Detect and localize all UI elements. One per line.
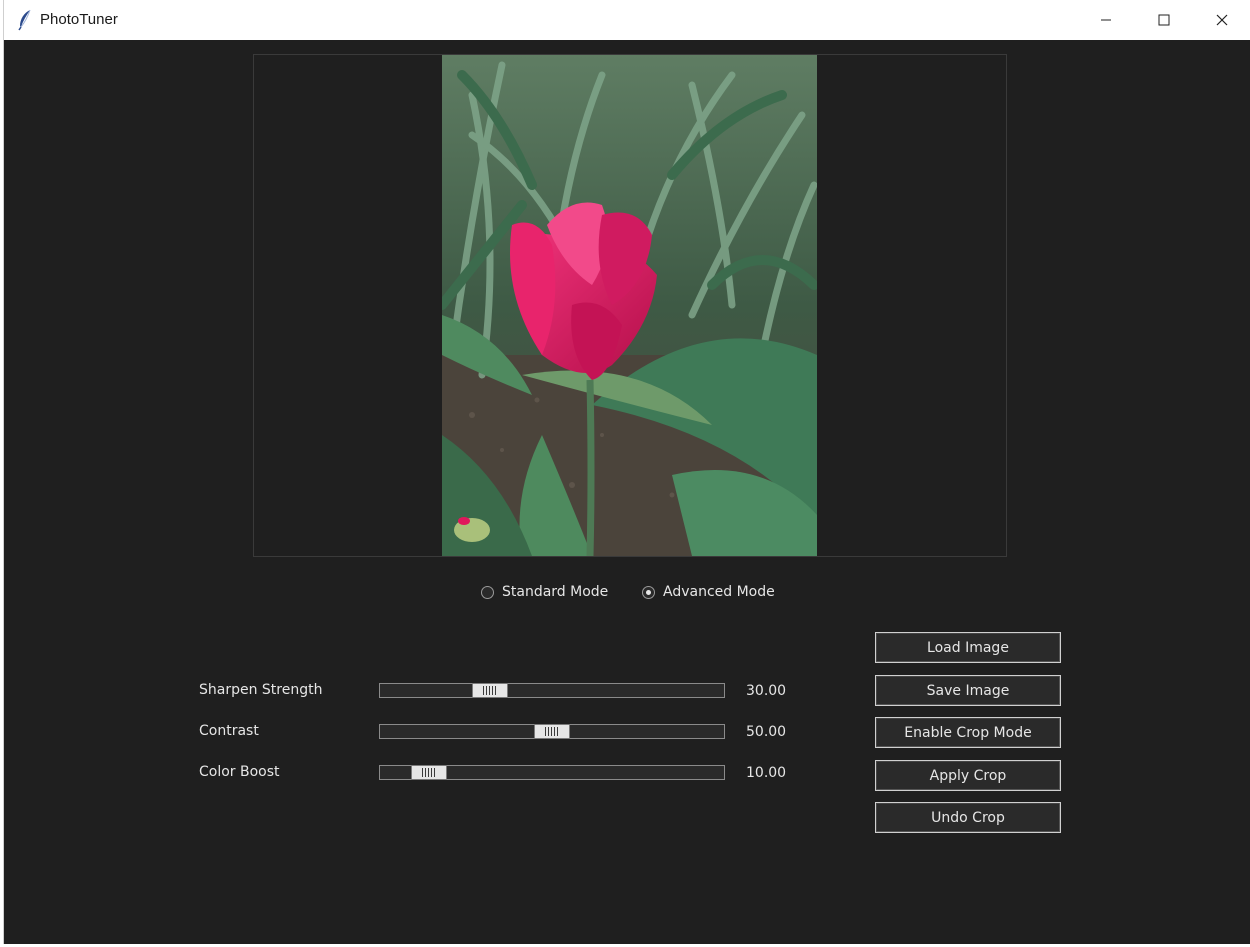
image-canvas[interactable]: [253, 54, 1007, 557]
color-boost-value: 10.00: [746, 765, 787, 781]
feather-icon: [17, 9, 33, 31]
app-window: PhotoTuner Standard Mode Advanced Mode S…: [3, 0, 1250, 944]
slider-thumb[interactable]: [411, 765, 447, 780]
tulip-photo: [442, 55, 817, 556]
color-boost-slider[interactable]: [379, 765, 725, 780]
mode-selector: Standard Mode Advanced Mode: [4, 582, 1250, 604]
close-icon[interactable]: [1193, 0, 1250, 40]
enable-crop-mode-button[interactable]: Enable Crop Mode: [875, 717, 1061, 748]
color-boost-label: Color Boost: [199, 764, 280, 780]
radio-unchecked-icon: [481, 585, 494, 599]
sharpen-strength-value: 30.00: [746, 683, 787, 699]
standard-mode-radio[interactable]: Standard Mode: [481, 584, 608, 600]
radio-label: Standard Mode: [502, 584, 609, 600]
slider-thumb[interactable]: [534, 724, 570, 739]
maximize-icon[interactable]: [1135, 0, 1193, 40]
sharpen-strength-label: Sharpen Strength: [199, 682, 323, 698]
advanced-mode-radio[interactable]: Advanced Mode: [642, 584, 775, 600]
title-bar[interactable]: PhotoTuner: [4, 0, 1250, 40]
apply-crop-button[interactable]: Apply Crop: [875, 760, 1061, 791]
contrast-slider[interactable]: [379, 724, 725, 739]
load-image-button[interactable]: Load Image: [875, 632, 1061, 663]
slider-thumb[interactable]: [472, 683, 508, 698]
contrast-label: Contrast: [199, 723, 259, 739]
minimize-icon[interactable]: [1077, 0, 1135, 40]
save-image-button[interactable]: Save Image: [875, 675, 1061, 706]
window-title: PhotoTuner: [40, 11, 118, 28]
undo-crop-button[interactable]: Undo Crop: [875, 802, 1061, 833]
sharpen-strength-slider[interactable]: [379, 683, 725, 698]
radio-label: Advanced Mode: [663, 584, 775, 600]
contrast-value: 50.00: [746, 724, 787, 740]
radio-checked-icon: [642, 585, 655, 599]
